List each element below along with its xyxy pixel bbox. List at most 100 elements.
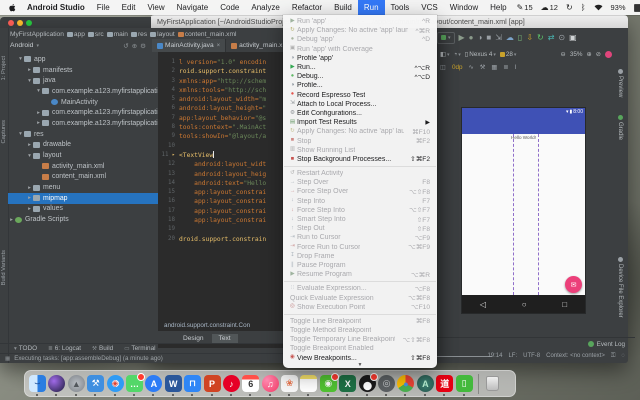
tool-tab-device-file-explorer[interactable]: Device File Explorer [617, 257, 623, 318]
nav-recents-button[interactable]: □ [562, 300, 567, 309]
menubar-item-tools[interactable]: Tools [385, 0, 416, 15]
tree-item-app[interactable]: ▾app [8, 54, 158, 65]
bluetooth-icon[interactable]: ᛒ [577, 0, 590, 15]
dock-icon-calendar[interactable]: 6 [242, 375, 259, 392]
preview-tool-icon-3[interactable]: ⚒ [480, 64, 486, 71]
tree-item-com-example-a123-myfirst[interactable]: ▸com.example.a123.myfirstapplication (an [8, 107, 158, 118]
close-window-button[interactable] [8, 20, 14, 26]
menubar-item-navigate[interactable]: Navigate [171, 0, 215, 15]
breadcrumb-item-main[interactable]: main [107, 31, 128, 38]
tree-arrow-icon[interactable]: ▾ [17, 131, 24, 137]
menubar-item-refactor[interactable]: Refactor [286, 0, 328, 15]
breadcrumb-item-src[interactable]: src [88, 31, 104, 38]
tab-text[interactable]: Text [212, 334, 238, 343]
menu-item-toggle-breakpoint-enabled[interactable]: Toggle Breakpoint Enabled [283, 344, 437, 353]
stop-button[interactable]: ■ [486, 34, 491, 42]
editor-tab-activity-main-x[interactable]: activity_main.x [226, 39, 288, 52]
attach-debugger-icon[interactable]: ⇲ [495, 34, 502, 42]
refresh-preview-button[interactable]: ⊘ [596, 51, 601, 58]
tool-tab-preview[interactable]: Preview [617, 69, 623, 97]
api-level-selector[interactable]: 28▾ [500, 51, 517, 58]
menubar-item-window[interactable]: Window [444, 0, 484, 15]
search-everywhere-icon[interactable]: ⊙ [558, 34, 565, 42]
tree-item-java[interactable]: ▾java [8, 75, 158, 86]
nav-home-button[interactable]: ○ [522, 300, 527, 309]
tree-arrow-icon[interactable]: ▸ [35, 110, 42, 116]
debug-button[interactable]: ● [469, 34, 474, 42]
tree-item-menu[interactable]: ▸menu [8, 182, 158, 193]
menu-item-debug-[interactable]: ●Debug...^⌥D [283, 72, 437, 81]
menu-item-restart-activity[interactable]: ↺Restart Activity [283, 169, 437, 178]
gradle-sync-icon[interactable]: ↻ [537, 34, 544, 42]
theme-selector[interactable]: ◧▾ [440, 51, 449, 58]
battery-icon[interactable] [630, 0, 640, 15]
tool-tab-gradle[interactable]: Gradle [617, 115, 623, 140]
tree-item-content-main-xml[interactable]: content_main.xml [8, 172, 158, 183]
annotate-badge[interactable]: ✎15 [513, 0, 537, 15]
breadcrumb-item-myfirstapplication[interactable]: MyFirstApplication [10, 31, 64, 38]
project-panel-icon-1[interactable]: ⊕ [132, 42, 137, 50]
cloud-badge[interactable]: ☁12 [537, 0, 562, 15]
dock-icon-itunes[interactable]: ♫ [262, 375, 279, 392]
menubar-item-help[interactable]: Help [484, 0, 512, 15]
dock-icon-green-reader-app[interactable]: ▯ [456, 375, 473, 392]
device-selector[interactable]: ▯Nexus 4▾ [465, 51, 496, 58]
apple-menu-icon[interactable] [8, 3, 17, 12]
breadcrumb-item-res[interactable]: res [131, 31, 147, 38]
run-config-chip[interactable]: ▾ [437, 32, 455, 44]
menu-item-edit-configurations-[interactable]: ⚙Edit Configurations... [283, 109, 437, 118]
menu-item-smart-step-into[interactable]: ↓Smart Step Into⇧F7 [283, 215, 437, 224]
tree-arrow-icon[interactable]: ▸ [26, 206, 33, 212]
dock-icon-wechat[interactable]: ◉ [320, 375, 337, 392]
menu-item-apply-changes-no-active-app-la[interactable]: ↻Apply Changes: No active 'app' launch⌘F… [283, 127, 437, 136]
dock-icon-safari[interactable]: ◈ [107, 375, 124, 392]
preview-tool-icon-4[interactable]: ▦ [491, 64, 497, 71]
menu-item-step-out[interactable]: ↑Step Out⇧F8 [283, 224, 437, 233]
menu-scroll-down-icon[interactable]: ▼ [283, 363, 437, 367]
tool-tab-1-project[interactable]: 1: Project [1, 56, 7, 81]
tool-window-button-6-logcat[interactable]: ≣6: Logcat [48, 345, 81, 352]
cloud-icon[interactable]: ☁ [506, 34, 514, 42]
dock-icon-finder[interactable]: ⌣ [29, 375, 46, 392]
tree-item-drawable[interactable]: ▸drawable [8, 140, 158, 151]
menu-item-toggle-method-breakpoint[interactable]: Toggle Method Breakpoint [283, 326, 437, 335]
menu-item-step-over[interactable]: →Step OverF8 [283, 178, 437, 187]
menu-item-record-espresso-test[interactable]: ●Record Espresso Test [283, 91, 437, 100]
menu-item-resume-program[interactable]: ▶Resume Program⌥⌘R [283, 270, 437, 279]
tree-arrow-icon[interactable]: ▸ [26, 142, 33, 148]
tool-window-button-terminal[interactable]: ▭Terminal [124, 345, 155, 352]
tree-arrow-icon[interactable]: ▸ [35, 120, 42, 126]
project-view-selector[interactable]: Android [10, 42, 33, 49]
dock-icon-messages[interactable]: … [126, 375, 143, 392]
tree-item-values[interactable]: ▸values [8, 204, 158, 215]
lock-icon[interactable]: ⚿ [611, 353, 616, 360]
menu-item-step-into[interactable]: ↓Step IntoF7 [283, 197, 437, 206]
menubar-item-file[interactable]: File [91, 0, 116, 15]
tree-arrow-icon[interactable]: ▾ [26, 78, 33, 84]
tree-arrow-icon[interactable]: ▸ [8, 217, 15, 223]
dock-icon-netease-music[interactable]: ♪ [223, 375, 240, 392]
breadcrumb-item-content-main-xml[interactable]: content_main.xml [178, 31, 237, 38]
preview-tool-icon-5[interactable]: ≣ [503, 64, 508, 71]
tab-design[interactable]: Design [176, 334, 211, 343]
dock-icon-siri[interactable] [48, 375, 65, 392]
run-button[interactable]: ▶ [459, 34, 465, 42]
zoom-level[interactable]: 35% [570, 51, 583, 58]
menu-item-run-[interactable]: ▶Run...^⌥R [283, 63, 437, 72]
menubar-item-edit[interactable]: Edit [116, 0, 142, 15]
event-log-button[interactable]: Event Log [597, 341, 625, 348]
tree-arrow-icon[interactable]: ▾ [26, 153, 33, 159]
menubar-item-code[interactable]: Code [214, 0, 245, 15]
tree-arrow-icon[interactable]: ▸ [26, 67, 33, 73]
preview-tool-icon-1[interactable]: 0dp [452, 64, 463, 71]
menu-item-run-to-cursor[interactable]: ⇥Run to Cursor⌥F9 [283, 233, 437, 242]
menu-item-run-app-[interactable]: ▶Run 'app'^R [283, 17, 437, 26]
tree-item-mainactivity[interactable]: MainActivity [8, 97, 158, 108]
tree-arrow-icon[interactable]: ▸ [26, 195, 33, 201]
menu-item-evaluate-expression-[interactable]: ∷Evaluate Expression...⌥F8 [283, 284, 437, 293]
dock-icon-qq[interactable] [359, 375, 376, 392]
tool-window-button-build[interactable]: ⚒Build [92, 345, 113, 352]
minimize-window-button[interactable] [17, 20, 23, 26]
dock-icon-chrome[interactable]: ● [397, 375, 414, 392]
tree-arrow-icon[interactable]: ▸ [26, 185, 33, 191]
